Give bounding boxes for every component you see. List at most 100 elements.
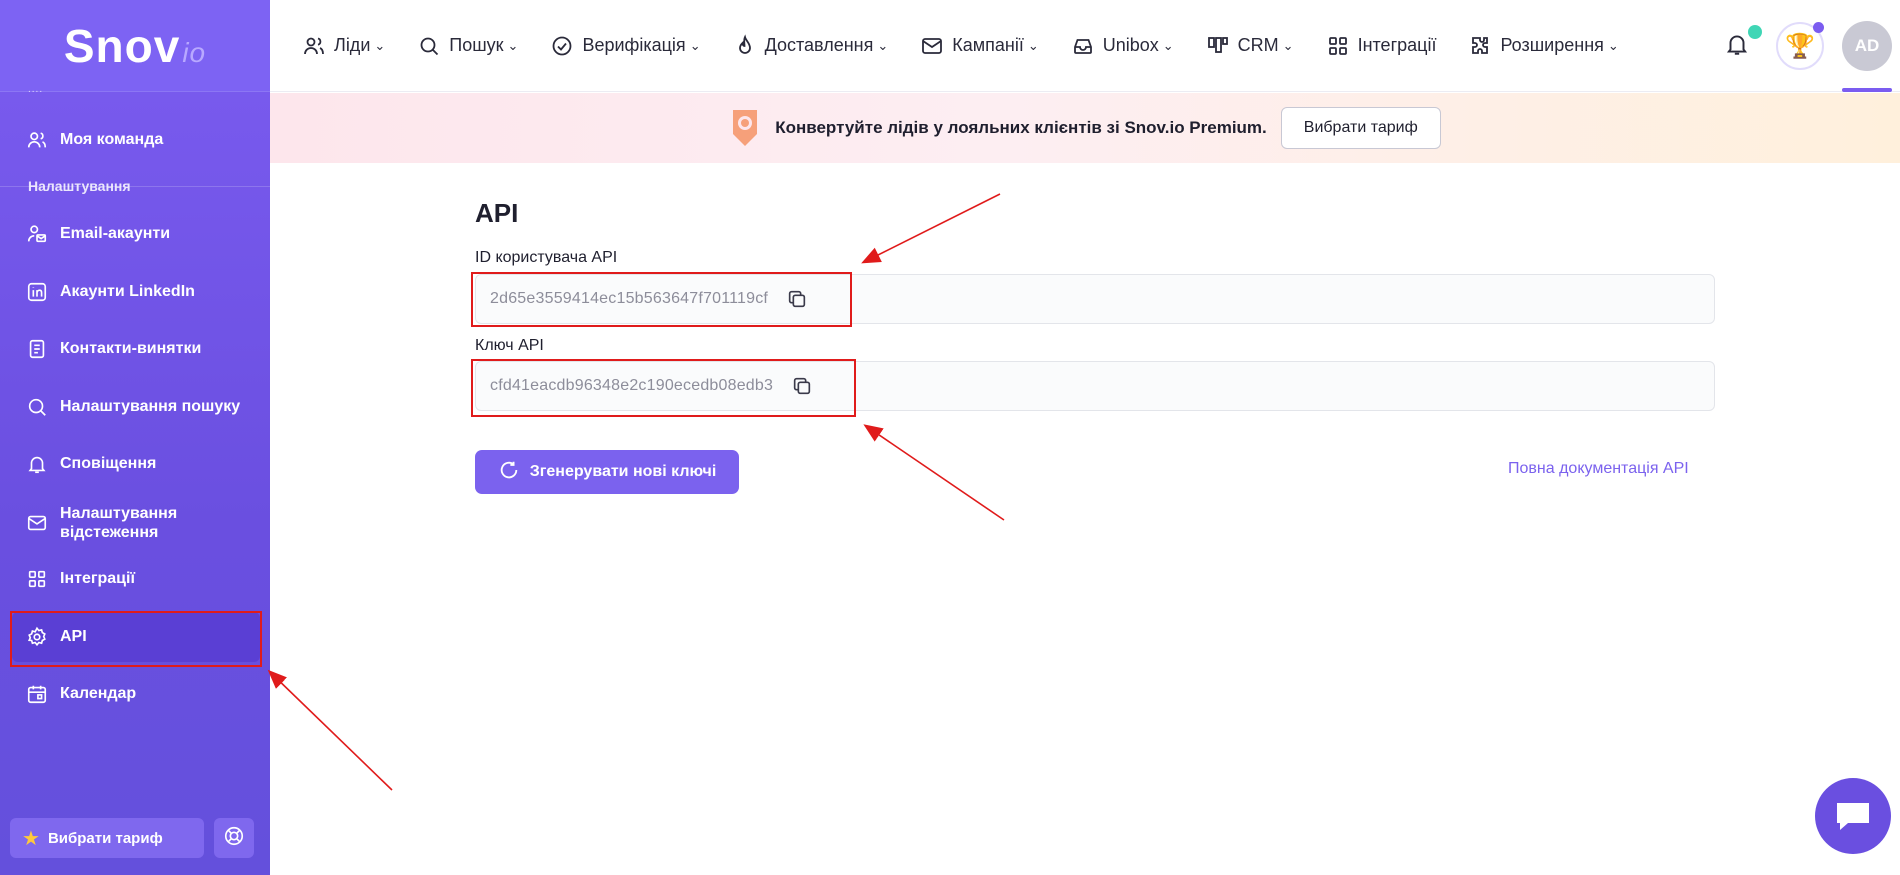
envelope-icon [920, 34, 944, 58]
choose-plan-button[interactable]: ★ Вибрати тариф [10, 818, 204, 858]
avatar-menu[interactable]: AD [1840, 0, 1894, 92]
nav-search[interactable]: Пошук ⌄ [417, 34, 518, 58]
trophy-icon: 🏆 [1785, 32, 1815, 60]
sidebar-bottom: ★ Вибрати тариф [10, 818, 294, 858]
calendar-icon [26, 683, 48, 705]
user-id-value[interactable]: 2d65e3559414ec15b563647f701119cf [490, 290, 768, 308]
nav-delivery[interactable]: Доставлення ⌄ [733, 33, 889, 58]
api-key-field[interactable]: cfd41eacdb96348e2c190ecedb08edb3 [475, 361, 1715, 411]
user-id-field[interactable]: 2d65e3559414ec15b563647f701119cf [475, 274, 1715, 324]
banner-choose-plan-button[interactable]: Вибрати тариф [1280, 107, 1441, 149]
nav-label: Ліди [334, 35, 371, 55]
sidebar-item-label: Контакти-винятки [60, 340, 202, 357]
nav-label: Пошук [449, 35, 504, 55]
document-list-icon [26, 338, 48, 360]
team-icon [26, 129, 48, 151]
nav-campaigns[interactable]: Кампанії ⌄ [920, 34, 1039, 58]
copy-icon[interactable] [786, 288, 808, 310]
sidebar-item-api[interactable]: API [12, 612, 260, 662]
sidebar-item-notifications[interactable]: Сповіщення [12, 439, 260, 489]
nav-label: Unibox [1102, 35, 1159, 55]
choose-plan-label: Вибрати тариф [47, 829, 163, 847]
nav-right: 🏆 AD [1724, 0, 1900, 92]
api-key-value[interactable]: cfd41eacdb96348e2c190ecedb08edb3 [490, 377, 773, 395]
notifications-button[interactable] [1724, 25, 1762, 61]
sidebar-item-email-accounts[interactable]: Email-акаунти [12, 209, 260, 259]
lifebuoy-icon [223, 825, 245, 852]
achievements-button[interactable]: 🏆 [1776, 22, 1824, 70]
grid-icon [1326, 34, 1350, 58]
arrow-to-user-id [861, 193, 1001, 264]
collapse-left-icon [268, 825, 290, 852]
sidebar-item-excluded-contacts[interactable]: Контакти-винятки [12, 324, 260, 374]
linkedin-icon [26, 281, 48, 303]
nav-leads[interactable]: Ліди ⌄ [302, 34, 385, 58]
mail-tracking-icon [26, 512, 48, 534]
columns-icon [1206, 34, 1230, 58]
label-line-2: відстеження [60, 524, 159, 541]
api-docs-link[interactable]: Повна документація API [1508, 460, 1689, 478]
star-icon: ★ [22, 827, 40, 850]
sidebar-section-title: Налаштування [28, 178, 131, 194]
logo-area: Snovio [0, 0, 270, 92]
chevron-down-icon: ⌄ [507, 37, 519, 53]
nav-verification[interactable]: Верифікація ⌄ [550, 34, 701, 58]
nav-integrations[interactable]: Інтеграції [1326, 34, 1436, 58]
check-circle-icon [550, 34, 574, 58]
arrow-to-api-key [863, 424, 1005, 521]
notification-dot [1748, 25, 1762, 39]
nav-crm[interactable]: CRM ⌄ [1206, 34, 1294, 58]
chevron-down-icon: ⌄ [689, 37, 701, 53]
user-id-label: ID користувача API [475, 249, 618, 266]
sidebar-item-label: Email-акаунти [60, 225, 171, 242]
chat-icon [1837, 803, 1869, 830]
sidebar-item-calendar[interactable]: Календар [12, 669, 260, 719]
sidebar-item-search-settings[interactable]: Налаштування пошуку [12, 382, 260, 432]
chat-widget-button[interactable] [1815, 778, 1891, 854]
sidebar-item-label: Налаштування відстеження [60, 504, 177, 542]
grid-icon [26, 568, 48, 590]
collapse-sidebar-button[interactable] [264, 818, 294, 858]
copy-icon[interactable] [791, 375, 813, 397]
banner-text: Конвертуйте лідів у лояльних клієнтів зі… [775, 118, 1267, 137]
avatar: AD [1842, 21, 1892, 71]
nav-label: CRM [1237, 35, 1279, 55]
nav-unibox[interactable]: Unibox ⌄ [1071, 34, 1174, 58]
sidebar-item-linkedin-accounts[interactable]: Акаунти LinkedIn [12, 267, 260, 317]
arrow-to-sidebar-api [267, 669, 393, 791]
bell-icon [1724, 35, 1750, 61]
chevron-down-icon: ⌄ [374, 37, 386, 53]
chevron-down-icon: ⌄ [1607, 37, 1619, 53]
chevron-down-icon: ⌄ [877, 37, 889, 53]
sidebar-item-integrations[interactable]: Інтеграції [12, 554, 260, 604]
sidebar-item-label: Налаштування пошуку [60, 398, 241, 415]
users-icon [302, 34, 326, 58]
premium-banner: Конвертуйте лідів у лояльних клієнтів зі… [270, 93, 1900, 163]
puzzle-icon [1468, 34, 1492, 58]
api-key-label: Ключ API [475, 337, 544, 354]
chevron-down-icon: ⌄ [1162, 37, 1174, 53]
logo-suffix: io [182, 36, 207, 68]
chevron-down-icon: ⌄ [1027, 37, 1039, 53]
nav-extensions[interactable]: Розширення ⌄ [1468, 34, 1619, 58]
achievement-dot [1813, 22, 1824, 33]
bell-icon [26, 453, 48, 475]
nav-label: Кампанії [952, 35, 1024, 55]
sidebar-item-label: API [60, 628, 87, 645]
logo[interactable]: Snovio [64, 19, 206, 73]
generate-keys-button[interactable]: Згенерувати нові ключі [475, 450, 739, 494]
nav-label: Верифікація [582, 35, 686, 55]
sidebar-item-tracking-settings[interactable]: Налаштування відстеження [12, 498, 260, 548]
nav-label: Розширення [1500, 35, 1604, 55]
avatar-active-indicator [1842, 88, 1892, 92]
sidebar-item-label: Сповіщення [60, 455, 157, 472]
flame-icon [733, 33, 757, 58]
inbox-icon [1071, 34, 1095, 58]
user-mail-icon [26, 223, 48, 245]
sidebar-item-label: Акаунти LinkedIn [60, 283, 195, 300]
sidebar-item-my-team[interactable]: Моя команда [12, 115, 260, 165]
sidebar-item-label: Календар [60, 685, 137, 702]
top-navigation: Ліди ⌄ Пошук ⌄ Верифікація ⌄ Доставлення ⌄ К… [270, 0, 1900, 92]
help-button[interactable] [214, 818, 254, 858]
gear-icon [26, 626, 48, 648]
